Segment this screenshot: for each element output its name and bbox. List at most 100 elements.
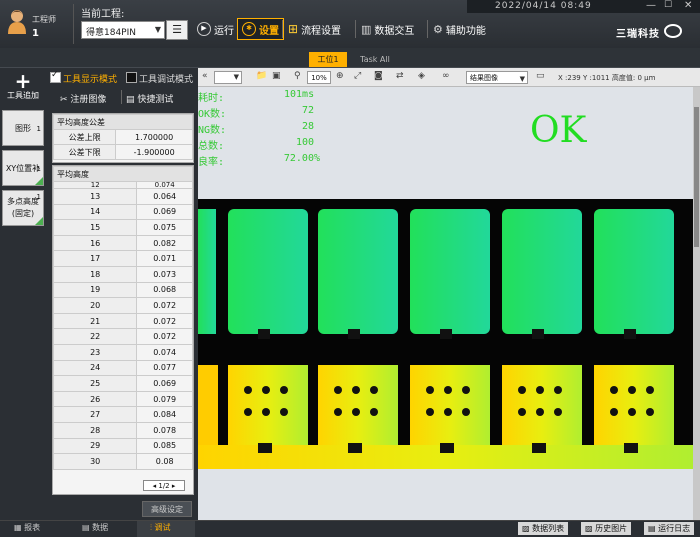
table-row[interactable]: 19 0.068 bbox=[53, 281, 193, 299]
tool-card-number: 1 bbox=[36, 193, 41, 201]
table-row[interactable]: 23 0.074 bbox=[53, 343, 193, 361]
image-viewport[interactable]: 耗时: 101ms OK数: 72 NG数: 28 总数: 100 良率: 72.00% bbox=[198, 87, 693, 520]
maximize-icon[interactable]: ☐ bbox=[664, 0, 672, 10]
table-row[interactable]: 25 0.069 bbox=[53, 375, 193, 392]
image-icon: ▨ bbox=[522, 524, 530, 533]
table-row[interactable]: 30 0.08 bbox=[53, 453, 193, 470]
table-row[interactable]: 22 0.072 bbox=[53, 328, 193, 345]
prev-page-icon[interactable]: ◂ bbox=[153, 482, 157, 490]
collapse-left-icon[interactable]: « bbox=[202, 71, 208, 81]
row-value: 0.08 bbox=[136, 453, 193, 470]
tolerance-upper-label: 公差上限 bbox=[52, 129, 117, 145]
save-icon[interactable]: ▣ bbox=[272, 71, 281, 81]
advanced-settings-button[interactable]: 高级设定 bbox=[142, 501, 192, 517]
row-index: 12 bbox=[53, 181, 138, 189]
tab-data[interactable]: ▤ 数据 bbox=[82, 522, 108, 533]
page-indicator: 1/2 bbox=[158, 482, 170, 490]
row-index: 16 bbox=[53, 234, 138, 252]
table-row[interactable]: 17 0.071 bbox=[53, 250, 193, 267]
next-page-icon[interactable]: ▸ bbox=[172, 482, 176, 490]
user-avatar-icon[interactable] bbox=[6, 8, 28, 34]
mode-debug-checkbox[interactable]: 工具调试模式 bbox=[126, 72, 193, 85]
row-value: 0.072 bbox=[136, 312, 193, 330]
cube-icon[interactable]: ◈ bbox=[418, 71, 425, 81]
pager[interactable]: ◂ 1/2 ▸ bbox=[143, 480, 185, 491]
nav-data-exchange-button[interactable]: ▥ 数据交互 bbox=[361, 18, 414, 40]
nav-setting-button[interactable]: ✱ 设置 bbox=[237, 18, 284, 40]
row-index: 22 bbox=[53, 328, 138, 345]
table-row[interactable]: 18 0.073 bbox=[53, 265, 193, 283]
register-image-button[interactable]: ✂ 注册图像 bbox=[60, 92, 106, 105]
table-row[interactable]: 24 0.077 bbox=[53, 359, 193, 377]
zoom-out-icon[interactable]: ⚲ bbox=[294, 71, 301, 81]
table-row[interactable]: 26 0.079 bbox=[53, 390, 193, 408]
zoom-input[interactable]: 10% bbox=[307, 71, 331, 84]
history-images-button[interactable]: ▨ 历史图片 bbox=[581, 522, 632, 535]
tool-card-shape[interactable]: 1 图形 bbox=[2, 110, 44, 146]
project-select[interactable]: 得意184PIN ▼ bbox=[81, 21, 165, 39]
table-row[interactable]: 27 0.084 bbox=[53, 406, 193, 423]
stat-label: 良率: bbox=[198, 157, 225, 168]
run-log-button[interactable]: ▤ 运行日志 bbox=[644, 522, 695, 535]
stat-total: 总数: 100 bbox=[198, 137, 314, 152]
nav-aux-button[interactable]: ⚙ 辅助功能 bbox=[433, 18, 486, 40]
measure-icon[interactable]: ▭ bbox=[536, 71, 545, 81]
tool-card-multipoint-height[interactable]: 1 多点高度(固定) bbox=[2, 190, 44, 226]
viewport-scrollbar[interactable] bbox=[693, 87, 700, 520]
nav-flow-label: 流程设置 bbox=[301, 25, 342, 37]
quick-test-label: 快捷测试 bbox=[137, 95, 174, 105]
row-index: 18 bbox=[53, 265, 138, 283]
add-tool-button[interactable]: + 工具追加 bbox=[2, 69, 44, 104]
image-mode-select[interactable]: ▼ bbox=[214, 71, 242, 84]
tolerance-lower-input[interactable]: -1.900000 bbox=[115, 144, 193, 160]
register-image-label: 注册图像 bbox=[70, 95, 107, 105]
minimize-icon[interactable]: — bbox=[646, 0, 656, 11]
table-row[interactable]: 14 0.069 bbox=[53, 203, 193, 221]
row-value: 0.069 bbox=[136, 375, 193, 392]
table-row[interactable]: 15 0.075 bbox=[53, 219, 193, 236]
close-icon[interactable]: ✕ bbox=[684, 0, 692, 11]
link-icon[interactable]: ∞ bbox=[442, 71, 450, 81]
stat-value: 72 bbox=[301, 105, 314, 116]
table-row[interactable]: 28 0.078 bbox=[53, 421, 193, 439]
quick-test-button[interactable]: ▤ 快捷测试 bbox=[126, 92, 173, 105]
stat-label: 耗时: bbox=[198, 93, 225, 104]
result-image-select[interactable]: 结果图像 ▼ bbox=[466, 71, 528, 84]
swap-icon[interactable]: ⇄ bbox=[396, 71, 404, 81]
data-list-button[interactable]: ▨ 数据列表 bbox=[518, 522, 569, 535]
zoom-in-icon[interactable]: ⊕ bbox=[336, 71, 344, 81]
folder-open-icon[interactable]: 📁 bbox=[256, 71, 267, 81]
mode-show-checkbox[interactable]: 工具显示模式 bbox=[50, 70, 117, 85]
stat-yield: 良率: 72.00% bbox=[198, 153, 320, 168]
tab-debug[interactable]: ⫶ 调试 bbox=[150, 522, 171, 533]
tab-station[interactable]: 工位1 bbox=[309, 52, 347, 67]
tool-card-xy-correction[interactable]: 1 XY位置补正 bbox=[2, 150, 44, 209]
row-value: 0.074 bbox=[136, 181, 193, 189]
stat-value: 72.00% bbox=[283, 153, 320, 164]
scrollbar-thumb[interactable] bbox=[694, 107, 699, 247]
plus-icon: + bbox=[14, 69, 32, 93]
zoom-fit-icon[interactable]: ⤢ bbox=[354, 71, 361, 81]
row-value: 0.079 bbox=[136, 390, 193, 408]
stat-label: 总数: bbox=[198, 141, 225, 152]
table-row[interactable]: 16 0.082 bbox=[53, 234, 193, 252]
tab-report[interactable]: ▦ 报表 bbox=[14, 522, 40, 533]
image-icon: ▨ bbox=[585, 524, 593, 533]
table-row[interactable]: 13 0.064 bbox=[53, 188, 193, 205]
nav-flow-button[interactable]: ⊞ 流程设置 bbox=[288, 18, 341, 40]
camera-icon[interactable]: ◙ bbox=[374, 71, 383, 81]
tab-all[interactable]: Task All bbox=[355, 52, 395, 67]
row-value: 0.064 bbox=[136, 188, 193, 205]
row-index: 17 bbox=[53, 250, 138, 267]
tolerance-panel: 平均高度公差 公差上限 1.700000 公差下限 -1.900000 bbox=[52, 113, 194, 163]
row-value: 0.082 bbox=[136, 234, 193, 252]
row-value: 0.071 bbox=[136, 250, 193, 267]
project-list-button[interactable]: ☰ bbox=[166, 20, 188, 40]
table-row[interactable]: 20 0.072 bbox=[53, 297, 193, 314]
tolerance-upper-input[interactable]: 1.700000 bbox=[115, 129, 193, 145]
table-row[interactable]: 21 0.072 bbox=[53, 312, 193, 330]
nav-run-button[interactable]: ▶ 运行 bbox=[197, 18, 234, 40]
row-value: 0.084 bbox=[136, 406, 193, 423]
log-icon: ▤ bbox=[648, 524, 656, 533]
table-row[interactable]: 29 0.085 bbox=[53, 437, 193, 455]
